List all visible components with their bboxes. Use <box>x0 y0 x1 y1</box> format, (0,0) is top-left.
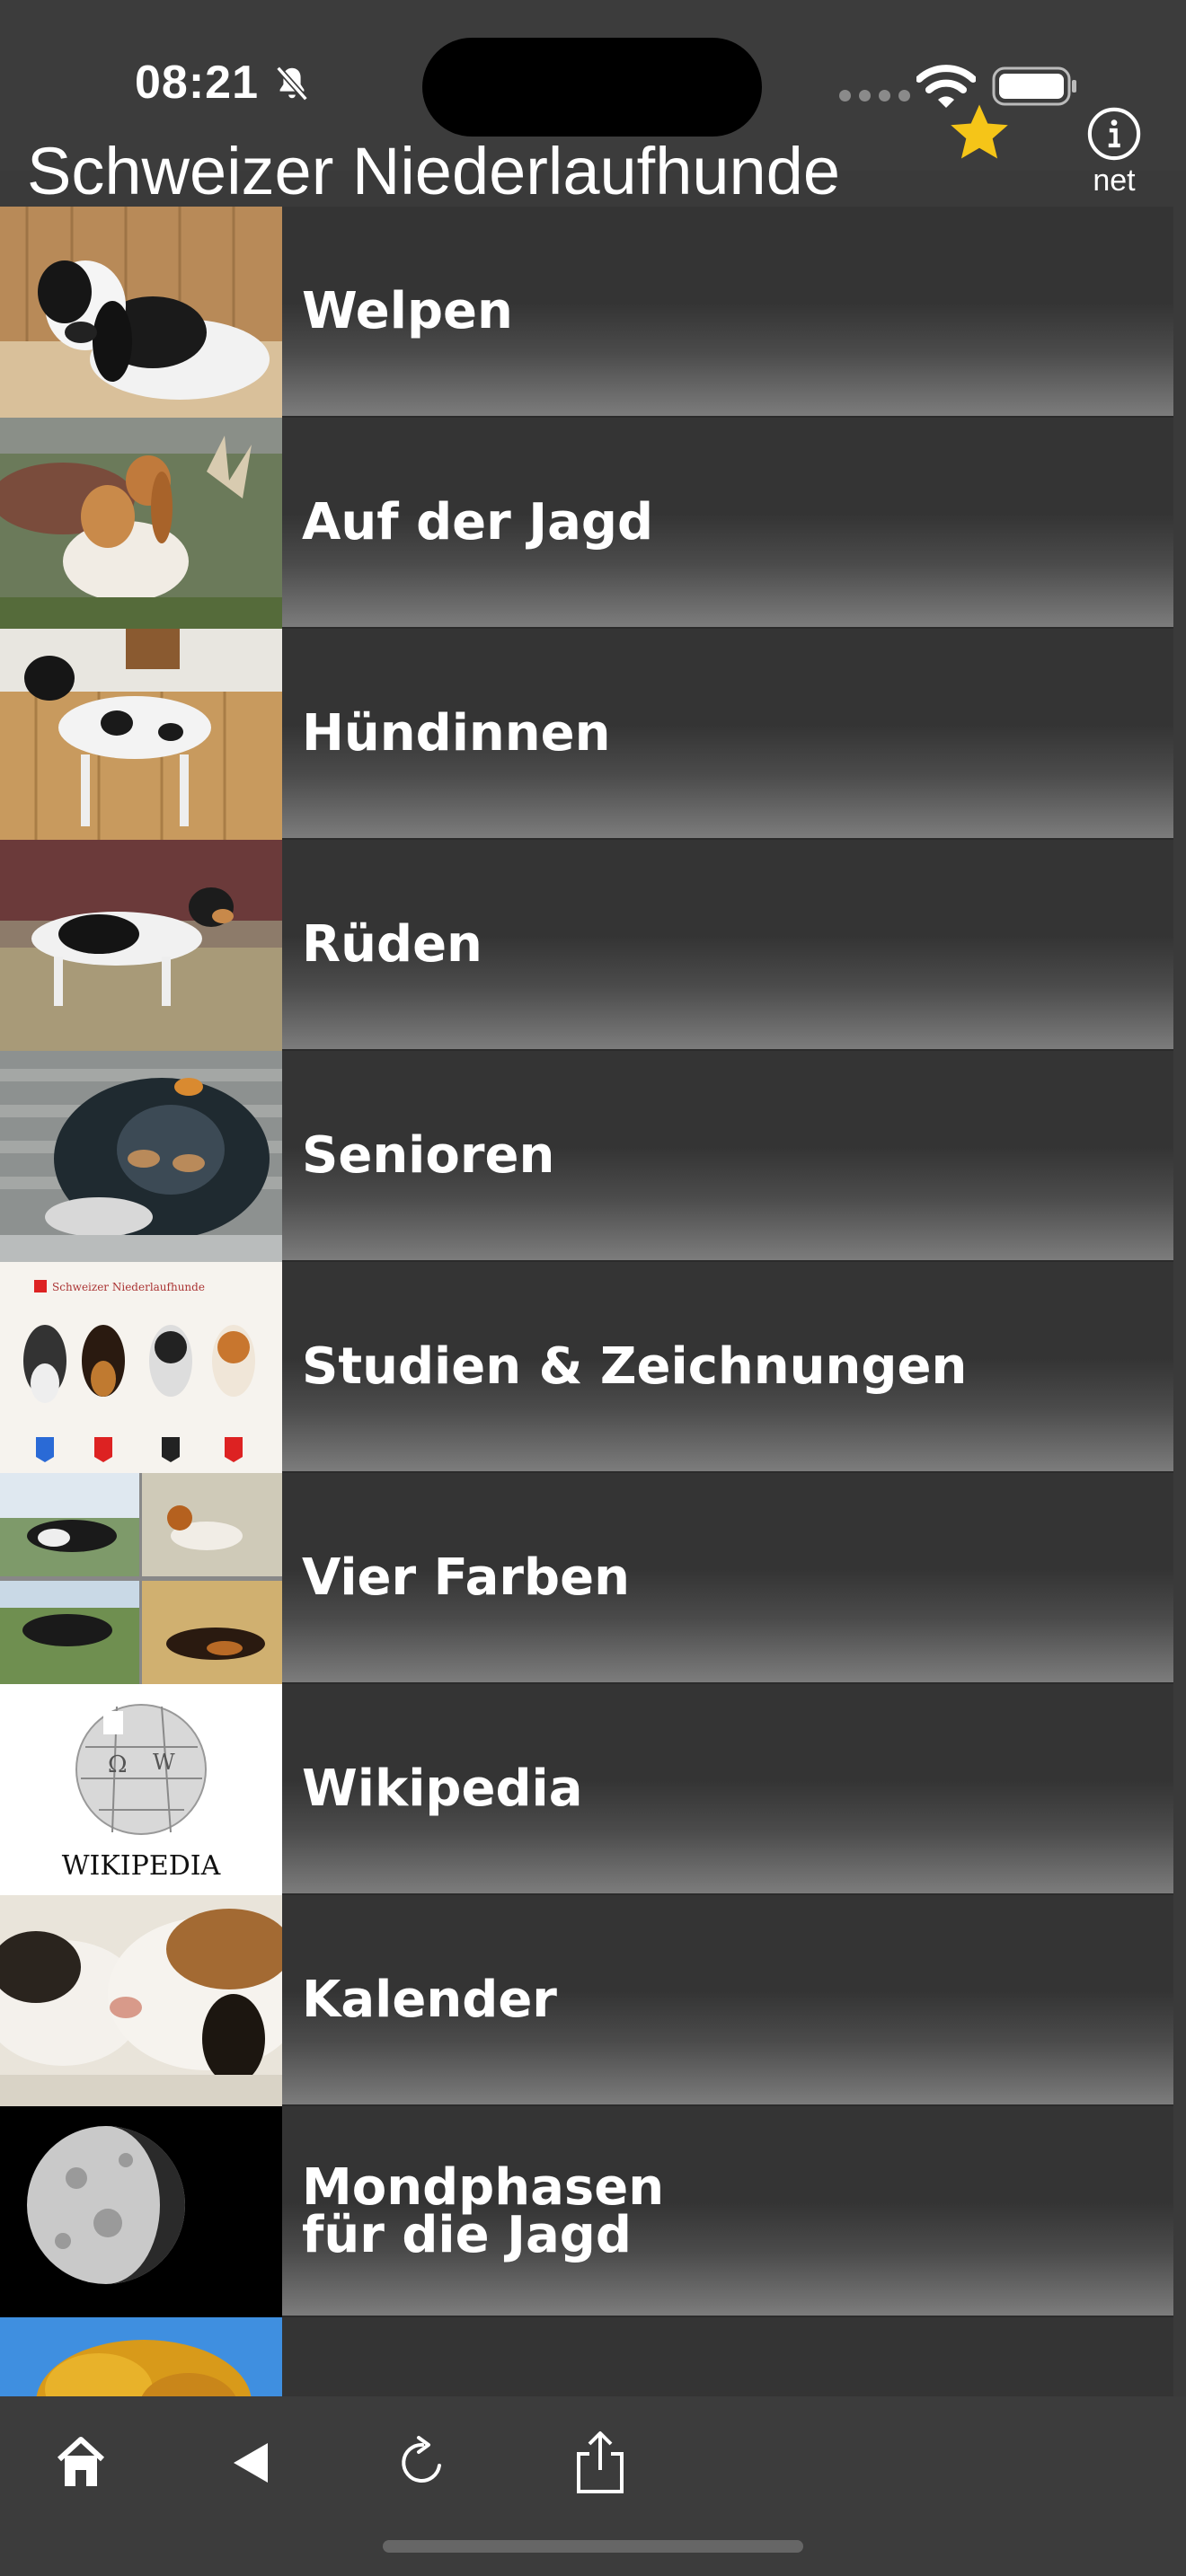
info-label: net <box>1093 163 1136 198</box>
wikipedia-thumbnail: Ω W WIKIPEDIA <box>0 1684 282 1895</box>
menu-cell: Welpen <box>282 207 1173 416</box>
reload-icon <box>402 2436 441 2483</box>
menu-label: Auf der Jagd <box>302 493 654 551</box>
menu-cell: Wikipedia <box>282 1684 1173 1893</box>
menu-item-kalender[interactable]: Kalender <box>0 1895 1186 2106</box>
menu-cell: Hündinnen <box>282 629 1173 838</box>
drawings-thumbnail: Schweizer Niederlaufhunde <box>0 1262 282 1473</box>
menu-label: Rüden <box>302 915 482 974</box>
status-time: 08:21 <box>135 57 259 109</box>
info-icon <box>1087 107 1141 161</box>
hunting-thumbnail <box>0 418 282 629</box>
svg-text:W: W <box>153 1750 175 1775</box>
menu-cell: Rüden <box>282 840 1173 1049</box>
menu-item-welpen[interactable]: Welpen <box>0 207 1186 418</box>
svg-text:Ω: Ω <box>108 1751 128 1778</box>
menu-list[interactable]: Welpen Auf der Jagd Hündinnen Rüden Seni… <box>0 207 1186 2398</box>
menu-cell: Vier Farben <box>282 1473 1173 1682</box>
reload-button[interactable] <box>386 2427 458 2499</box>
home-button[interactable] <box>45 2427 117 2499</box>
back-button[interactable] <box>216 2427 288 2499</box>
share-button[interactable] <box>564 2427 636 2499</box>
menu-cell: Kalender <box>282 1895 1173 2104</box>
menu-item-wikipedia[interactable]: Ω W WIKIPEDIA Wikipedia <box>0 1684 1186 1895</box>
menu-cell: Mondphasen für die Jagd <box>282 2106 1173 2316</box>
female-dog-thumbnail <box>0 629 282 840</box>
puppy-thumbnail <box>0 207 282 418</box>
male-dog-thumbnail <box>0 840 282 1051</box>
menu-cell: Studien & Zeichnungen <box>282 1262 1173 1471</box>
share-icon <box>577 2431 624 2493</box>
menu-item-huendinnen[interactable]: Hündinnen <box>0 629 1186 840</box>
bell-slash-icon <box>276 66 308 101</box>
menu-label: Kalender <box>302 1971 557 2029</box>
dynamic-island <box>422 38 762 137</box>
info-button[interactable]: net <box>1075 106 1154 198</box>
menu-cell: Auf der Jagd <box>282 418 1173 627</box>
menu-label: Wikipedia <box>302 1760 583 1818</box>
menu-label: Mondphasen für die Jagd <box>302 2157 665 2264</box>
menu-item-senioren[interactable]: Senioren <box>0 1051 1186 1262</box>
home-icon <box>57 2437 105 2486</box>
menu-label: Vier Farben <box>302 1548 630 1607</box>
senior-dog-thumbnail <box>0 1051 282 1262</box>
autumn-tree-thumbnail <box>0 2317 282 2398</box>
menu-item-vier-farben[interactable]: Vier Farben <box>0 1473 1186 1684</box>
menu-item-mondphasen[interactable]: Mondphasen für die Jagd <box>0 2106 1186 2317</box>
menu-item-auf-der-jagd[interactable]: Auf der Jagd <box>0 418 1186 629</box>
sleeping-puppies-thumbnail <box>0 1895 282 2106</box>
menu-label: Hündinnen <box>302 704 611 763</box>
menu-label: Senioren <box>302 1126 555 1185</box>
four-colors-thumbnail <box>0 1473 282 1684</box>
menu-item-partial[interactable] <box>0 2317 1186 2398</box>
signal-dots-icon <box>839 90 910 101</box>
menu-label: Welpen <box>302 282 513 340</box>
page-title: Schweizer Niederlaufhunde <box>27 134 840 208</box>
favorite-star-icon[interactable] <box>947 101 1012 165</box>
home-indicator <box>383 2540 803 2553</box>
wikipedia-wordmark: WIKIPEDIA <box>62 1850 221 1882</box>
menu-cell: Senioren <box>282 1051 1173 1260</box>
drawings-caption: Schweizer Niederlaufhunde <box>52 1281 205 1293</box>
bottom-toolbar <box>0 2396 1186 2576</box>
back-icon <box>234 2443 268 2483</box>
moon-thumbnail <box>0 2106 282 2317</box>
menu-cell <box>282 2317 1173 2398</box>
menu-item-studien-zeichnungen[interactable]: Schweizer Niederlaufhunde Studien & Zeic… <box>0 1262 1186 1473</box>
menu-item-rueden[interactable]: Rüden <box>0 840 1186 1051</box>
menu-label: Studien & Zeichnungen <box>302 1337 968 1396</box>
